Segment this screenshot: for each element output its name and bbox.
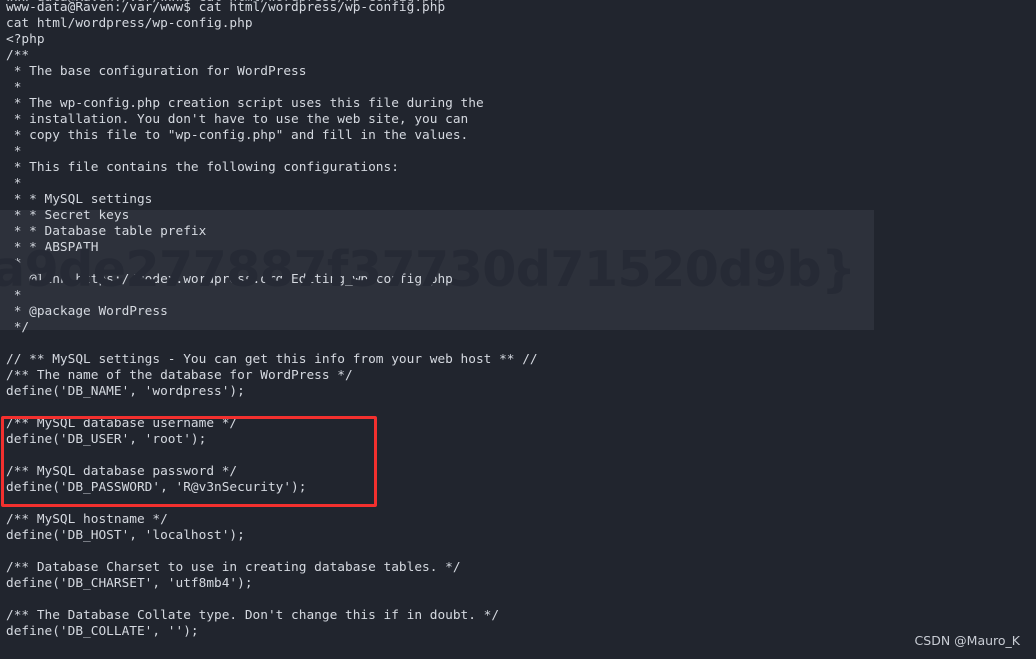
terminal-line: /** The name of the database for WordPre… — [6, 368, 353, 383]
terminal-line: * @package WordPress — [6, 304, 168, 319]
terminal-line: define('DB_CHARSET', 'utf8mb4'); — [6, 576, 253, 591]
terminal-line: /** MySQL database password */ — [6, 464, 238, 479]
terminal-line: define('DB_HOST', 'localhost'); — [6, 528, 245, 543]
terminal-line: * installation. You don't have to use th… — [6, 112, 469, 127]
terminal-line: * @link https://codex.wordpress.org/Edit… — [6, 272, 453, 287]
terminal-line: /** The Database Collate type. Don't cha… — [6, 608, 500, 623]
terminal-line: * This file contains the following confi… — [6, 160, 399, 175]
terminal-window[interactable]: www-data@Raven:/var/www$ cat html/wordpr… — [0, 0, 1036, 659]
terminal-line: www-data@Raven:/var/www$ cat html/wordpr… — [6, 0, 446, 15]
terminal-line: * * Secret keys — [6, 208, 130, 223]
terminal-line: * The base configuration for WordPress — [6, 64, 307, 79]
terminal-line: * — [6, 80, 22, 95]
terminal-line: /** MySQL database username */ — [6, 416, 238, 431]
terminal-output: www-data@Raven:/var/www$ cat html/wordpr… — [0, 0, 538, 640]
terminal-line: <?php — [6, 32, 45, 47]
terminal-line: * * Database table prefix — [6, 224, 207, 239]
terminal-line: * * ABSPATH — [6, 240, 99, 255]
terminal-line: */ — [6, 320, 30, 335]
terminal-line: * The wp-config.php creation script uses… — [6, 96, 484, 111]
terminal-line: * — [6, 256, 22, 271]
terminal-line: * — [6, 288, 22, 303]
terminal-line: * copy this file to "wp-config.php" and … — [6, 128, 469, 143]
terminal-line: define('DB_COLLATE', ''); — [6, 624, 199, 639]
terminal-line: /** — [6, 48, 30, 63]
terminal-line: * * MySQL settings — [6, 192, 153, 207]
terminal-line: define('DB_NAME', 'wordpress'); — [6, 384, 245, 399]
csdn-attribution-watermark: CSDN @Mauro_K — [914, 633, 1020, 648]
terminal-line: /** MySQL hostname */ — [6, 512, 168, 527]
terminal-line: * — [6, 176, 22, 191]
terminal-line: cat html/wordpress/wp-config.php — [6, 16, 253, 31]
terminal-line: * — [6, 144, 22, 159]
terminal-line: define('DB_PASSWORD', 'R@v3nSecurity'); — [6, 480, 307, 495]
terminal-line: /** Database Charset to use in creating … — [6, 560, 461, 575]
terminal-line: define('DB_USER', 'root'); — [6, 432, 207, 447]
terminal-line: // ** MySQL settings - You can get this … — [6, 352, 538, 367]
